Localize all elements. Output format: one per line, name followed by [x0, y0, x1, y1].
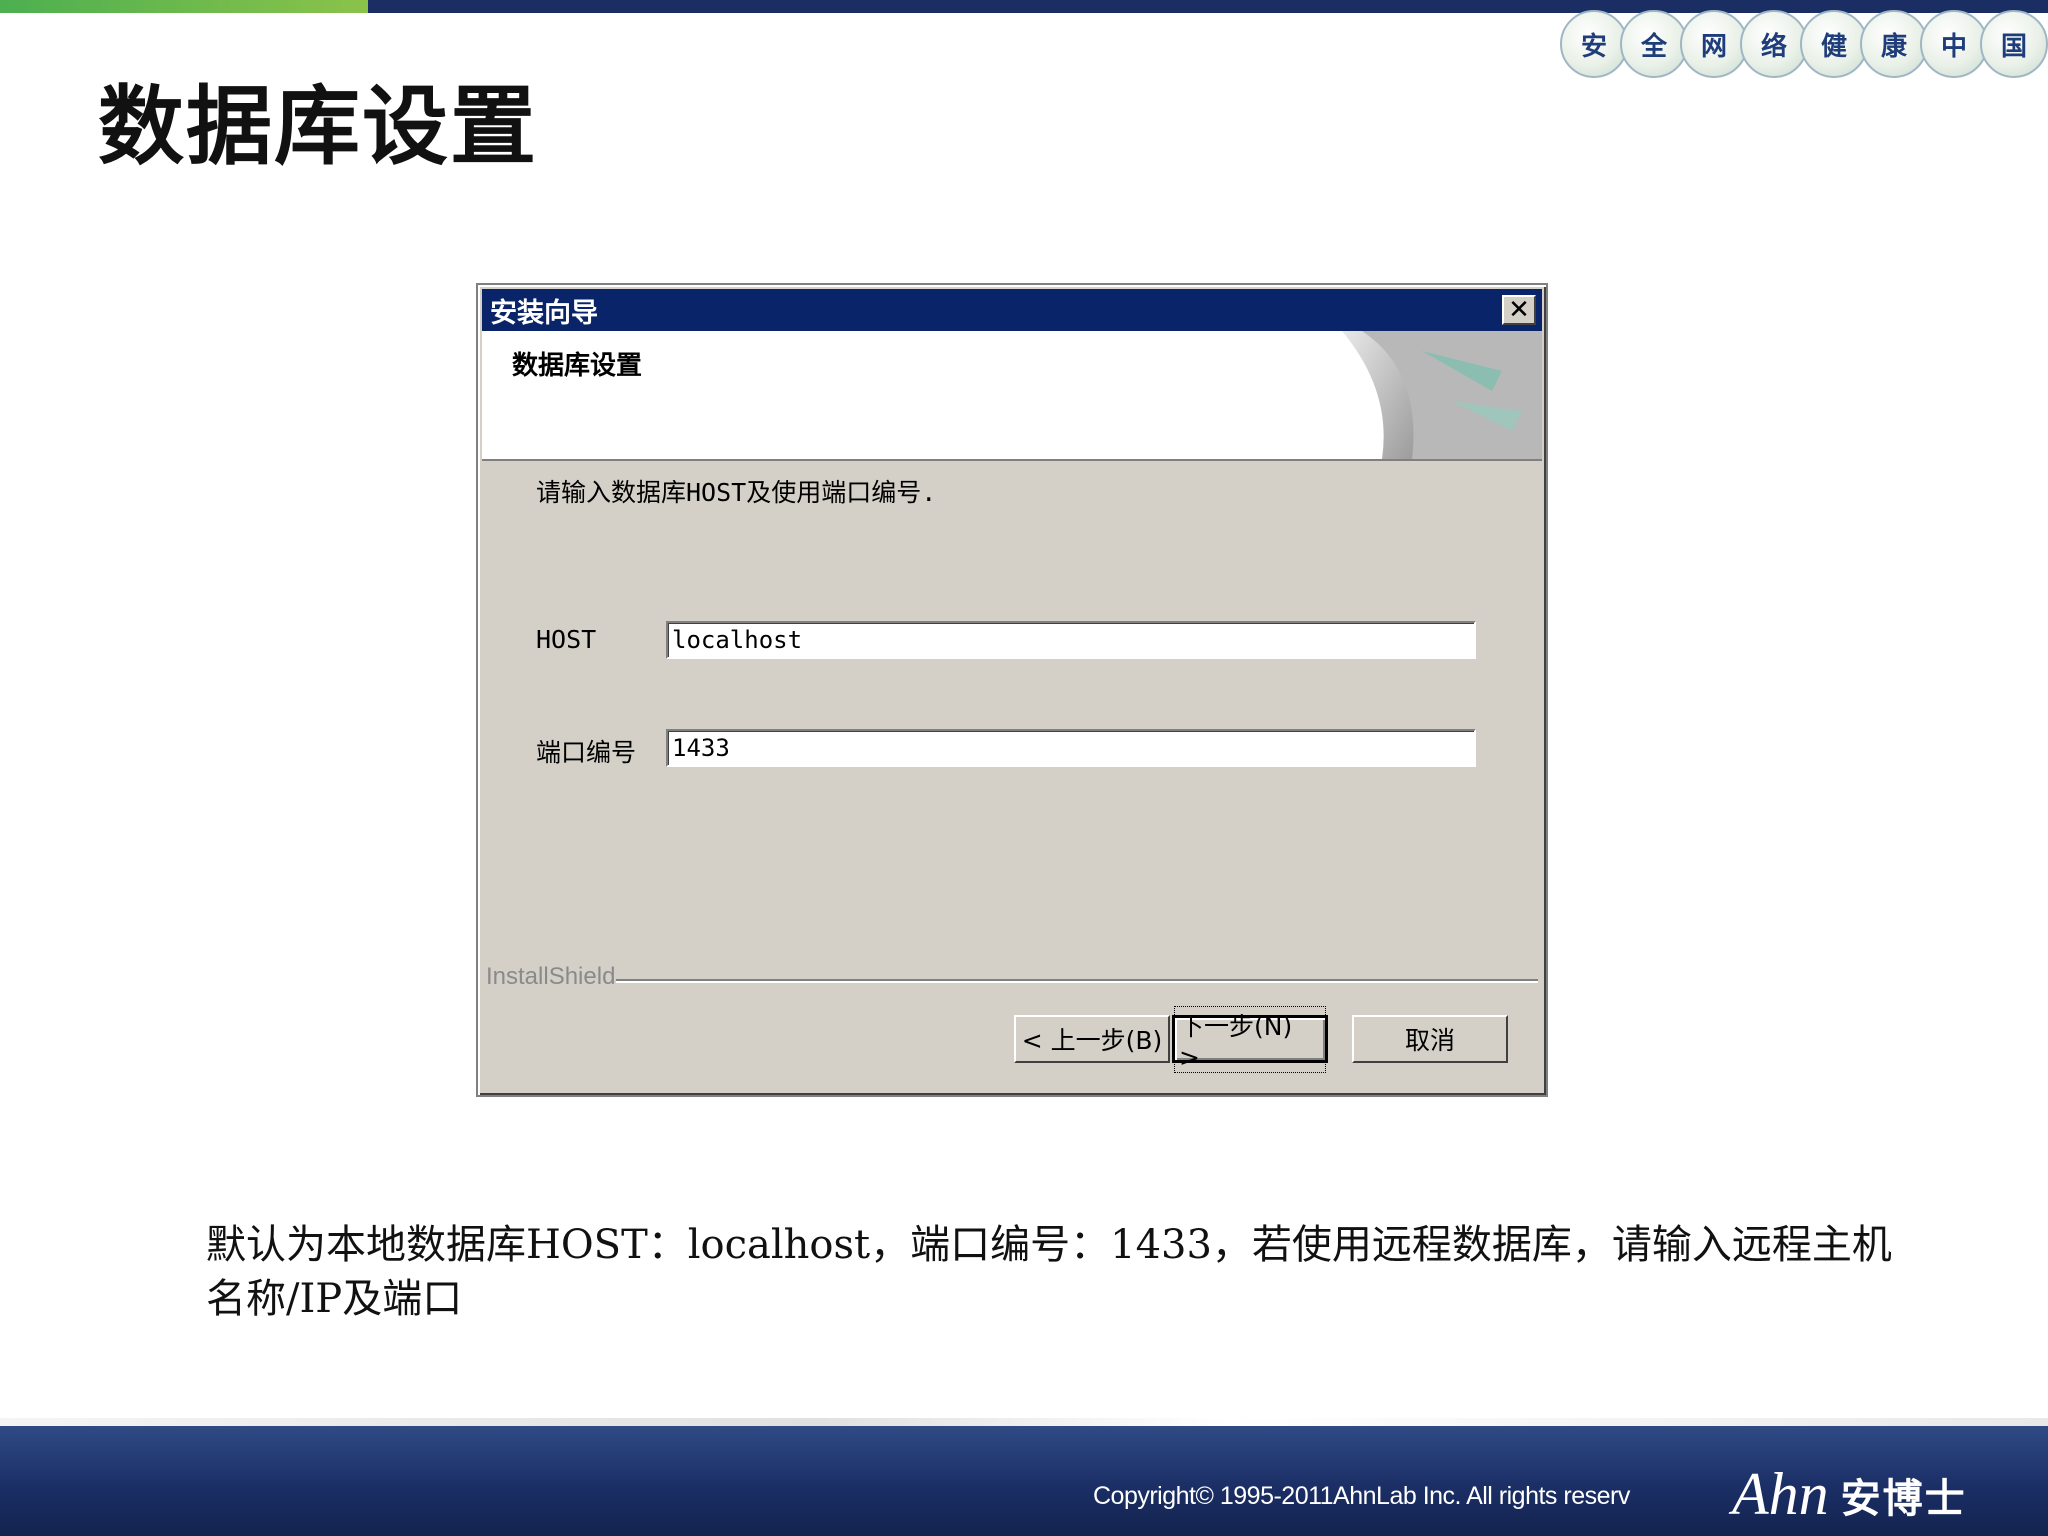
dialog-header-panel: 数据库设置 [482, 331, 1542, 461]
slogan-char: 康 [1860, 10, 1928, 78]
slogan-char: 安 [1560, 10, 1628, 78]
page-title: 数据库设置 [98, 76, 538, 177]
slogan-char: 网 [1680, 10, 1748, 78]
slogan-char: 健 [1800, 10, 1868, 78]
close-button[interactable]: ✕ [1502, 295, 1536, 325]
next-button-label: 下一步(N) > [1174, 1005, 1326, 1073]
installer-dialog: 安装向导 ✕ 数据库设置 请输入数据库HOST及使用端口编号. HOST 端口编… [476, 283, 1548, 1097]
logo-chinese: 安博士 [1840, 1475, 1967, 1522]
slogan-char: 全 [1620, 10, 1688, 78]
dialog-title: 安装向导 [490, 297, 598, 329]
page-curl-graphic [1342, 331, 1542, 459]
port-label: 端口编号 [536, 738, 637, 767]
ahnlab-logo: Ahn 安博士 [1732, 1460, 1967, 1529]
slogan-char: 国 [1980, 10, 2048, 78]
separator [616, 979, 1538, 983]
slogan-badges: 安 全 网 络 健 康 中 国 [1560, 10, 2048, 82]
installshield-brand: InstallShield [486, 963, 616, 990]
close-icon: ✕ [1508, 295, 1530, 325]
host-label: HOST [536, 625, 597, 654]
back-button[interactable]: < 上一步(B) [1014, 1015, 1170, 1063]
dialog-header-title: 数据库设置 [512, 351, 643, 381]
top-stripe-accent [0, 0, 368, 13]
slogan-char: 络 [1740, 10, 1808, 78]
logo-latin: Ahn [1732, 1461, 1829, 1527]
description-text: 默认为本地数据库HOST：localhost，端口编号：1433，若使用远程数据… [206, 1222, 1892, 1322]
slogan-char: 中 [1920, 10, 1988, 78]
next-button[interactable]: 下一步(N) > [1172, 1005, 1328, 1073]
instruction-text: 请输入数据库HOST及使用端口编号. [536, 478, 937, 507]
port-input[interactable] [666, 729, 1476, 767]
host-input[interactable] [666, 621, 1476, 659]
dialog-titlebar[interactable]: 安装向导 ✕ [482, 289, 1542, 331]
cancel-button[interactable]: 取消 [1352, 1015, 1508, 1063]
copyright-text: Copyright© 1995-2011AhnLab Inc. All righ… [1093, 1482, 1630, 1510]
